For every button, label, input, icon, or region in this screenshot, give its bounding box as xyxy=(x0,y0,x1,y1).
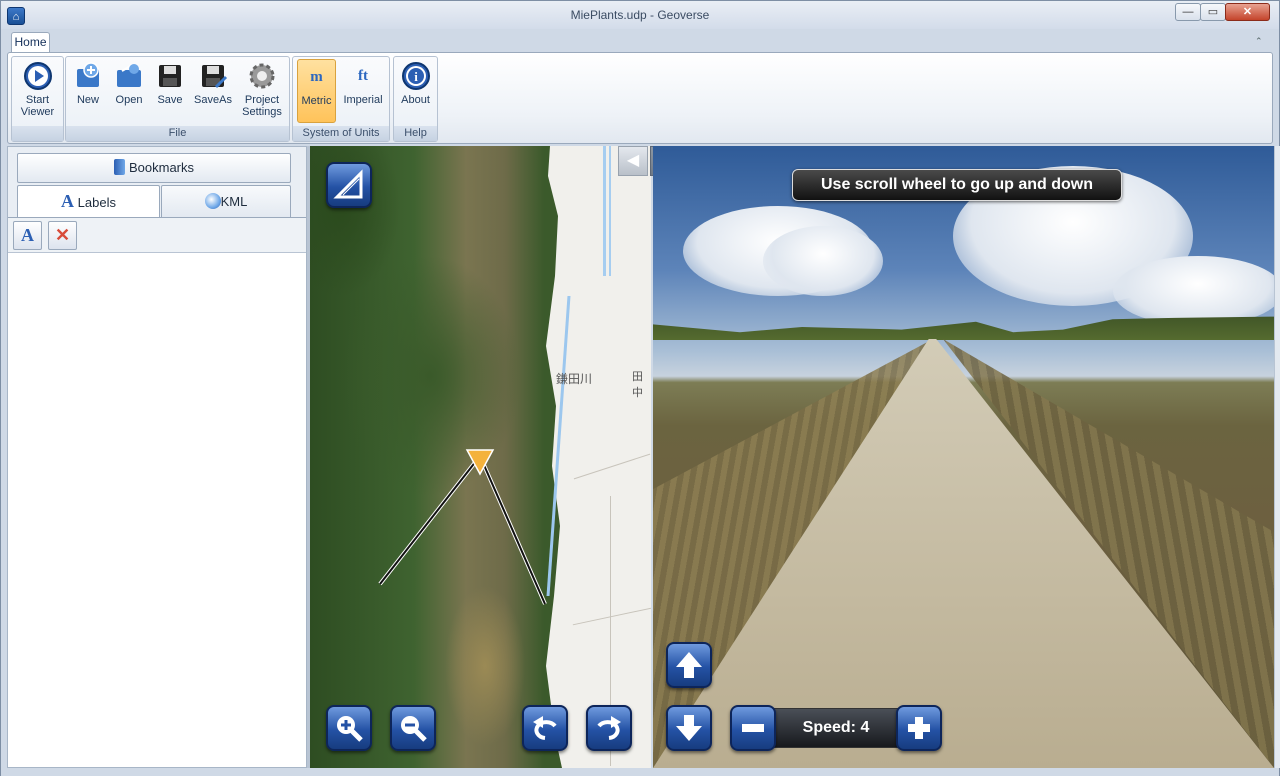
ruler-triangle-icon xyxy=(333,169,363,199)
imperial-icon: ft xyxy=(358,68,368,84)
move-up-button[interactable] xyxy=(666,642,712,688)
start-viewer-label-1: Start xyxy=(25,94,50,106)
speed-decrease-button[interactable] xyxy=(730,705,776,751)
group-file-label: File xyxy=(66,126,289,141)
group-units-label: System of Units xyxy=(293,126,389,141)
labels-toolbar: A ✕ xyxy=(8,217,306,253)
arrow-up-icon xyxy=(676,652,702,678)
metric-button[interactable]: m Metric xyxy=(297,59,336,123)
delete-label-button[interactable]: ✕ xyxy=(48,221,77,250)
imperial-label: Imperial xyxy=(343,94,383,106)
open-button[interactable]: Open xyxy=(109,59,149,123)
imperial-button[interactable]: ft Imperial xyxy=(340,59,386,123)
speed-increase-button[interactable] xyxy=(896,705,942,751)
group-viewer: Start Viewer xyxy=(11,56,64,142)
zoom-out-button[interactable] xyxy=(390,705,436,751)
navigation-hint: Use scroll wheel to go up and down xyxy=(792,169,1122,201)
river-line-upper xyxy=(603,146,611,276)
open-label: Open xyxy=(115,94,143,106)
group-file: New Open Save SaveAs Project Settings Fi… xyxy=(65,56,290,142)
gear-icon xyxy=(249,63,275,89)
rotate-left-icon xyxy=(533,716,557,740)
metric-label: Metric xyxy=(301,95,332,107)
map-place-label-2: 田中 xyxy=(632,371,643,399)
tree-line xyxy=(653,316,1274,340)
add-label-button[interactable]: A xyxy=(13,221,42,250)
move-down-button[interactable] xyxy=(666,705,712,751)
tab-labels[interactable]: A Labels xyxy=(17,185,160,218)
floppy-disk-icon xyxy=(159,65,181,87)
zoom-in-button[interactable] xyxy=(326,705,372,751)
zoom-out-icon xyxy=(401,716,427,742)
play-icon xyxy=(23,62,52,90)
project-settings-button[interactable]: Project Settings xyxy=(237,59,287,123)
map-view[interactable]: 鎌田川 田中 xyxy=(310,146,651,768)
app-window: ⌂ MiePlants.udp - Geoverse — ▭ ✕ Home ⌃ … xyxy=(0,0,1280,776)
collapse-pane-left-button[interactable]: ◀ xyxy=(618,146,648,176)
kml-tab-label: KML xyxy=(220,194,248,209)
group-help-label: Help xyxy=(394,126,437,141)
rotate-left-button[interactable] xyxy=(522,705,568,751)
close-button[interactable]: ✕ xyxy=(1225,3,1270,21)
saveas-label: SaveAs xyxy=(194,94,232,106)
ribbon-collapse-icon[interactable]: ⌃ xyxy=(1255,36,1263,47)
project-settings-label-1: Project xyxy=(244,94,280,106)
labels-tab-label: Labels xyxy=(77,195,116,210)
map-place-label: 鎌田川 xyxy=(556,372,593,386)
about-button[interactable]: i About xyxy=(397,59,434,123)
bookmarks-label: Bookmarks xyxy=(128,160,195,175)
new-label: New xyxy=(76,94,99,106)
start-viewer-label-2: Viewer xyxy=(20,106,55,118)
labels-list[interactable] xyxy=(8,253,306,767)
map-road xyxy=(572,607,651,626)
new-project-icon xyxy=(77,62,99,87)
minimize-button[interactable]: — xyxy=(1175,3,1201,21)
metric-icon: m xyxy=(310,69,323,85)
plus-icon xyxy=(908,717,930,739)
cloud xyxy=(763,226,883,296)
zoom-in-icon xyxy=(337,716,363,742)
left-panel: Bookmarks A Labels KML A ✕ xyxy=(7,146,307,768)
open-folder-icon xyxy=(117,63,141,87)
start-viewer-button[interactable]: Start Viewer xyxy=(14,59,61,123)
floppy-disk-edit-icon xyxy=(202,65,228,89)
labels-tab-icon: A xyxy=(61,191,75,211)
info-icon: i xyxy=(401,62,430,90)
map-road xyxy=(573,453,651,480)
3d-viewer[interactable]: Use scroll wheel to go up and down Speed… xyxy=(653,146,1274,768)
maximize-button[interactable]: ▭ xyxy=(1200,3,1226,21)
arrow-down-icon xyxy=(676,715,702,741)
window-title: MiePlants.udp - Geoverse xyxy=(570,8,710,22)
group-viewer-label xyxy=(12,126,63,141)
speed-display: Speed: 4 xyxy=(771,708,901,748)
minus-icon xyxy=(742,724,764,732)
rotate-right-icon xyxy=(597,716,621,740)
new-button[interactable]: New xyxy=(69,59,107,123)
ribbon: Start Viewer New Open Save SaveAs Projec… xyxy=(7,52,1273,144)
map-measure-button[interactable] xyxy=(326,162,372,208)
camera-view-cone xyxy=(378,449,547,605)
right-scrollbar[interactable] xyxy=(1274,146,1280,768)
save-button[interactable]: Save xyxy=(151,59,189,123)
rotate-right-button[interactable] xyxy=(586,705,632,751)
kml-globe-icon xyxy=(204,193,221,209)
bookmarks-button[interactable]: Bookmarks xyxy=(17,153,291,183)
status-bar xyxy=(1,768,1279,776)
info-glyph: i xyxy=(414,69,418,84)
about-label: About xyxy=(401,94,430,106)
title-bar: ⌂ MiePlants.udp - Geoverse — ▭ ✕ xyxy=(1,1,1279,29)
saveas-button[interactable]: SaveAs xyxy=(191,59,235,123)
cloud xyxy=(1113,256,1274,326)
group-units: m Metric ft Imperial System of Units xyxy=(292,56,390,142)
project-settings-label-2: Settings xyxy=(242,106,282,118)
tab-home[interactable]: Home xyxy=(11,32,50,53)
group-help: i About Help xyxy=(393,56,438,142)
save-label: Save xyxy=(157,94,183,106)
tab-kml[interactable]: KML xyxy=(161,185,291,217)
bookmark-icon xyxy=(113,159,125,175)
